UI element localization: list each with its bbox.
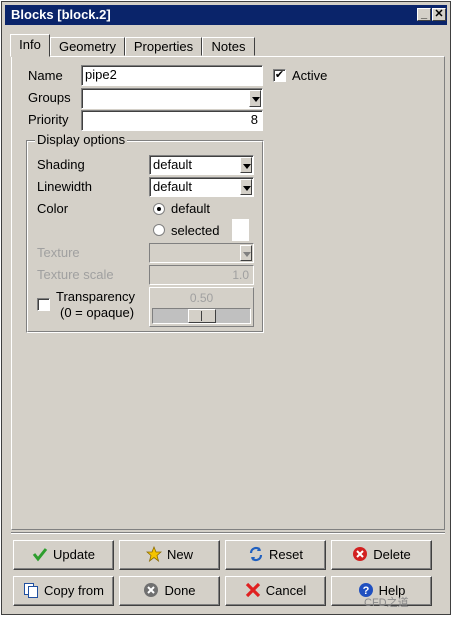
color-swatch[interactable]	[232, 219, 249, 241]
refresh-icon	[249, 547, 263, 562]
title-bar: Blocks [block.2] _ ✕	[5, 5, 447, 25]
display-options-title: Display options	[35, 132, 128, 147]
transparency-slider-handle[interactable]	[188, 309, 216, 323]
reset-label: Reset	[269, 547, 303, 562]
delete-icon	[353, 547, 368, 562]
done-button[interactable]: Done	[119, 576, 220, 606]
close-icon: ✕	[434, 8, 444, 20]
groups-combo[interactable]	[81, 88, 263, 109]
linewidth-label: Linewidth	[37, 179, 92, 194]
shading-combo[interactable]: default	[149, 155, 254, 175]
linewidth-value: default	[153, 179, 193, 194]
tab-info[interactable]: Info	[10, 34, 50, 57]
chevron-down-icon[interactable]	[240, 179, 252, 195]
shading-label: Shading	[37, 157, 85, 172]
new-button[interactable]: New	[119, 540, 220, 570]
color-default-label: default	[171, 201, 211, 216]
name-input[interactable]: pipe2	[81, 65, 263, 86]
transparency-checkbox[interactable]	[37, 298, 50, 311]
texture-scale-label: Texture scale	[37, 267, 114, 282]
done-icon	[144, 583, 159, 598]
delete-button[interactable]: Delete	[331, 540, 432, 570]
priority-input[interactable]: 8	[81, 110, 263, 131]
chevron-down-icon[interactable]	[249, 90, 261, 107]
linewidth-combo[interactable]: default	[149, 177, 254, 197]
update-label: Update	[53, 547, 95, 562]
color-default-radio[interactable]	[153, 203, 165, 215]
blocks-window: Blocks [block.2] _ ✕ Info Geometry Prope…	[1, 1, 451, 615]
tab-notes[interactable]: Notes	[202, 37, 255, 56]
groups-label: Groups	[28, 90, 71, 105]
cancel-button[interactable]: Cancel	[225, 576, 326, 606]
close-button[interactable]: ✕	[432, 8, 446, 21]
window-title: Blocks [block.2]	[11, 7, 111, 22]
priority-label: Priority	[28, 112, 69, 127]
button-divider	[11, 532, 445, 534]
transparency-slider-box: 0.50	[149, 287, 254, 327]
tab-geometry[interactable]: Geometry	[50, 37, 125, 56]
minimize-icon: _	[420, 8, 428, 20]
watermark: CFD之道	[364, 597, 409, 609]
tab-info-label: Info	[19, 37, 41, 52]
active-checkbox[interactable]: ✔	[273, 69, 286, 82]
copy-from-button[interactable]: Copy from	[13, 576, 114, 606]
copy-icon	[24, 583, 39, 599]
delete-label: Delete	[373, 547, 411, 562]
star-icon	[145, 546, 162, 563]
transparency-value: 0.50	[189, 291, 214, 305]
tab-properties-label: Properties	[133, 39, 194, 54]
tab-properties[interactable]: Properties	[125, 37, 202, 56]
transparency-slider-track[interactable]	[152, 308, 251, 324]
copy-from-label: Copy from	[44, 583, 104, 598]
transparency-label: Transparency	[56, 289, 135, 304]
chevron-down-icon[interactable]	[240, 245, 252, 261]
reset-button[interactable]: Reset	[225, 540, 326, 570]
cancel-label: Cancel	[265, 583, 307, 598]
done-label: Done	[164, 583, 196, 598]
color-selected-radio[interactable]	[153, 224, 165, 236]
cancel-icon	[245, 582, 260, 598]
name-label: Name	[28, 68, 63, 83]
update-button[interactable]: Update	[13, 540, 114, 570]
check-icon	[32, 548, 48, 562]
color-label: Color	[37, 201, 69, 216]
texture-scale-input[interactable]: 1.0	[149, 265, 254, 285]
shading-value: default	[153, 157, 193, 172]
checkmark-icon: ✔	[274, 69, 285, 81]
transparency-hint: (0 = opaque)	[60, 305, 135, 320]
color-selected-label: selected	[171, 223, 220, 238]
chevron-down-icon[interactable]	[240, 157, 252, 173]
active-label: Active	[292, 68, 328, 83]
texture-combo[interactable]	[149, 243, 254, 263]
tab-geometry-label: Geometry	[58, 39, 117, 54]
texture-label: Texture	[37, 245, 80, 260]
minimize-button[interactable]: _	[417, 8, 431, 21]
tab-notes-label: Notes	[211, 39, 246, 54]
new-label: New	[166, 547, 193, 562]
